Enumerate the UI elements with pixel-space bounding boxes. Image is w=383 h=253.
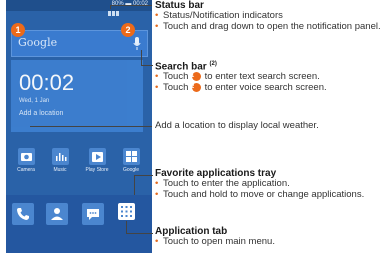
badge-1-inline: 1	[191, 72, 201, 82]
clock-location[interactable]: Add a location	[19, 110, 63, 117]
weather-description: Add a location to display local weather.	[155, 120, 319, 131]
bullet: • Touch and hold to move or change applic…	[155, 188, 365, 200]
callout-line	[30, 126, 152, 127]
bullet: • Touch and drag down to open the notific…	[155, 20, 381, 32]
application-tab-description: Application tab • Touch to open main menu…	[155, 226, 381, 248]
messaging-icon[interactable]	[82, 203, 104, 225]
badge-2-inline: 2	[191, 82, 201, 92]
app-label: Google	[122, 167, 140, 173]
status-bar-description: Status bar • Status/Notification indicato…	[155, 0, 381, 32]
camera-icon	[17, 148, 35, 165]
favorites-tray-description: Favorite applications tray • Touch to ent…	[155, 168, 381, 200]
app-grid-icon	[121, 206, 132, 217]
app-label: Music	[53, 167, 67, 173]
callout-line	[134, 175, 153, 176]
status-indicators: 80% ▬ 00:02	[111, 1, 148, 7]
app-music[interactable]: Music	[48, 148, 72, 173]
app-camera[interactable]: Camera	[14, 148, 38, 173]
badge-1: 1	[11, 23, 25, 37]
search-bar-description: Search bar (2) • Touch 1 to enter text se…	[155, 61, 381, 93]
google-folder-icon	[122, 148, 140, 165]
badge-2: 2	[121, 23, 135, 37]
callout-line	[126, 233, 153, 234]
mic-icon[interactable]	[133, 37, 141, 51]
app-label: Camera	[17, 167, 35, 173]
app-play-store[interactable]: Play Store	[85, 148, 109, 173]
callout-line	[134, 175, 135, 195]
callout-line	[141, 50, 142, 66]
contacts-icon[interactable]	[46, 203, 68, 225]
callout-line	[110, 5, 152, 6]
callout-line	[141, 65, 153, 66]
app-label: Play Store	[85, 167, 109, 173]
application-tab-button[interactable]	[118, 203, 135, 220]
clock-widget[interactable]: 00:02 Wed, 1 Jan Add a location	[11, 60, 143, 132]
app-row: Camera Music Play Store Google	[11, 148, 151, 180]
bullet: • Touch 2 to enter voice search screen.	[155, 81, 327, 93]
bullet: • Touch to open main menu.	[155, 236, 275, 247]
clock-date: Wed, 1 Jan	[19, 98, 50, 104]
phone-icon[interactable]	[12, 203, 34, 225]
clock-time: 00:02	[19, 70, 75, 95]
app-google[interactable]: Google	[119, 148, 143, 173]
google-logo: Google	[18, 36, 58, 49]
music-icon	[51, 148, 69, 165]
play-store-icon	[88, 148, 106, 165]
